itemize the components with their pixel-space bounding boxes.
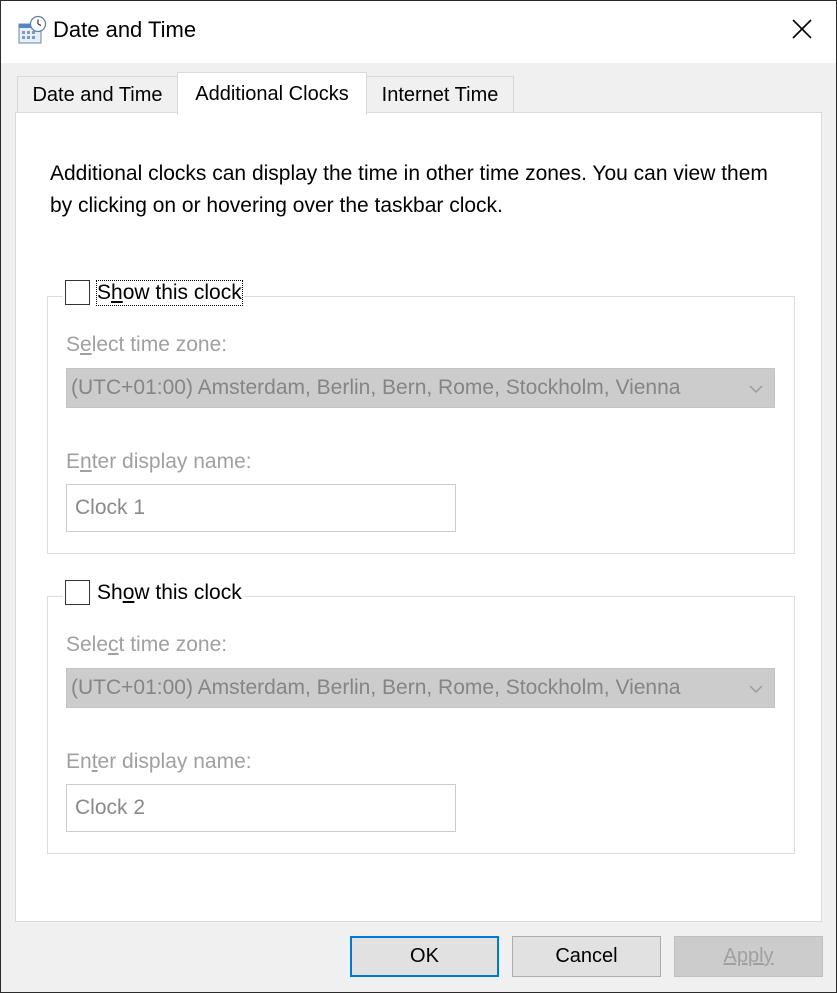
clock-2-group: Show this clock Select time zone: (UTC+0… [47, 580, 795, 854]
clock-1-group: Show this clock Select time zone: (UTC+0… [47, 279, 795, 554]
clock-1-timezone-value: (UTC+01:00) Amsterdam, Berlin, Bern, Rom… [71, 376, 681, 399]
checkbox-box[interactable] [65, 580, 90, 605]
chevron-down-icon [746, 679, 766, 699]
chevron-down-icon [746, 379, 766, 399]
clock-1-display-name-input[interactable]: Clock 1 [66, 484, 456, 532]
tab-date-and-time[interactable]: Date and Time [17, 76, 178, 114]
tab-additional-clocks[interactable]: Additional Clocks [177, 72, 367, 115]
clock-1-timezone-label: Select time zone: [66, 333, 228, 356]
cancel-button[interactable]: Cancel [512, 936, 661, 977]
clock-2-timezone-select[interactable]: (UTC+01:00) Amsterdam, Berlin, Bern, Rom… [66, 668, 775, 708]
title-bar: Date and Time [1, 1, 836, 63]
tab-label: Date and Time [32, 84, 163, 106]
ok-button[interactable]: OK [350, 936, 499, 977]
calendar-clock-icon [17, 15, 47, 45]
clock-2-display-name-value: Clock 2 [75, 796, 146, 819]
tab-internet-time[interactable]: Internet Time [366, 76, 514, 114]
tab-label: Additional Clocks [195, 82, 349, 105]
close-button[interactable] [768, 1, 836, 61]
clock-2-timezone-label: Select time zone: [66, 633, 228, 656]
clock-1-timezone-select[interactable]: (UTC+01:00) Amsterdam, Berlin, Bern, Rom… [66, 368, 775, 408]
tab-label: Internet Time [381, 84, 499, 106]
tab-strip: Date and Time Additional Clocks Internet… [1, 63, 836, 115]
cancel-button-label: Cancel [555, 945, 618, 967]
show-clock-1-checkbox[interactable]: Show this clock [63, 279, 244, 306]
close-icon [792, 18, 812, 44]
clock-2-display-name-label: Enter display name: [66, 750, 252, 773]
date-and-time-dialog: Date and Time Date and Time Additional C… [0, 0, 837, 993]
show-clock-2-label: Show this clock [97, 580, 242, 604]
checkbox-box[interactable] [65, 280, 90, 305]
apply-button-label: Apply [723, 945, 774, 967]
clock-2-timezone-value: (UTC+01:00) Amsterdam, Berlin, Bern, Rom… [71, 676, 681, 699]
additional-clocks-panel: Additional clocks can display the time i… [15, 112, 822, 922]
description-text: Additional clocks can display the time i… [50, 162, 768, 217]
clock-2-display-name-input[interactable]: Clock 2 [66, 784, 456, 832]
clock-1-display-name-label: Enter display name: [66, 450, 252, 473]
show-clock-1-label: Show this clock [96, 279, 243, 306]
window-title: Date and Time [53, 17, 197, 42]
show-clock-2-checkbox[interactable]: Show this clock [63, 580, 244, 605]
ok-button-label: OK [410, 945, 439, 967]
apply-button[interactable]: Apply [674, 936, 823, 977]
clock-1-display-name-value: Clock 1 [75, 496, 146, 519]
